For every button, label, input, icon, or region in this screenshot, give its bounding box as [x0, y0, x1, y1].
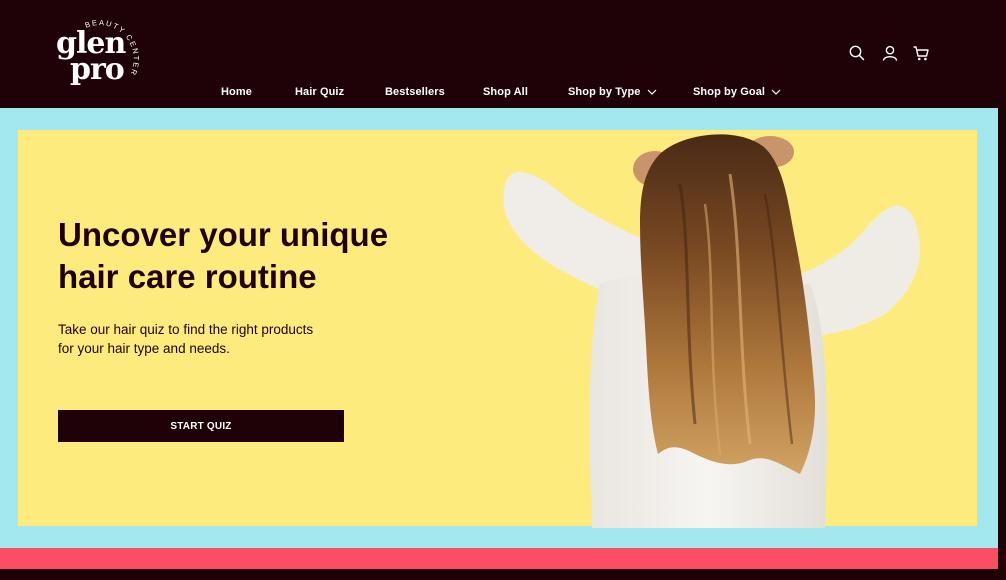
- brand-logo[interactable]: BEAUTY CENTER glen pro: [52, 16, 144, 90]
- nav-shop-by-goal-label: Shop by Goal: [693, 86, 766, 98]
- chevron-down-icon: [647, 89, 656, 95]
- hero-subtext-line2: for your hair type and needs.: [58, 341, 230, 356]
- hero-photo-woman-hair: [503, 134, 921, 528]
- nav-hair-quiz[interactable]: Hair Quiz: [295, 86, 344, 98]
- nav-hair-quiz-label: Hair Quiz: [295, 86, 345, 98]
- accent-stripe: [0, 548, 998, 569]
- hero-headline-line2: hair care routine: [58, 258, 317, 295]
- hero-frame: Uncover your unique hair care routine Ta…: [0, 108, 998, 548]
- logo-word-pro: pro: [70, 52, 125, 87]
- main-nav: Home Hair Quiz Bestsellers Shop All Shop…: [0, 86, 998, 100]
- hero-headline-line1: Uncover your unique: [58, 216, 389, 253]
- hero-headline: Uncover your unique hair care routine: [58, 214, 478, 298]
- search-icon[interactable]: [848, 44, 866, 62]
- hero-subtext-line1: Take our hair quiz to find the right pro…: [58, 322, 314, 337]
- nav-home[interactable]: Home: [221, 86, 252, 98]
- nav-shop-by-type[interactable]: Shop by Type: [568, 86, 657, 98]
- nav-shop-by-type-label: Shop by Type: [568, 86, 641, 98]
- nav-bestsellers-label: Bestsellers: [385, 86, 445, 98]
- nav-shop-all[interactable]: Shop All: [483, 86, 528, 98]
- nav-bestsellers[interactable]: Bestsellers: [385, 86, 445, 98]
- account-icon[interactable]: [881, 44, 899, 62]
- start-quiz-button[interactable]: START QUIZ: [58, 410, 344, 442]
- chevron-down-icon: [771, 89, 781, 95]
- site-header: BEAUTY CENTER glen pro Home Hair Quiz Be…: [0, 0, 998, 108]
- nav-home-label: Home: [221, 86, 252, 98]
- hero-subtext: Take our hair quiz to find the right pro…: [58, 320, 368, 358]
- nav-shop-all-label: Shop All: [483, 86, 528, 98]
- cart-icon[interactable]: [912, 44, 930, 62]
- nav-shop-by-goal[interactable]: Shop by Goal: [693, 86, 781, 98]
